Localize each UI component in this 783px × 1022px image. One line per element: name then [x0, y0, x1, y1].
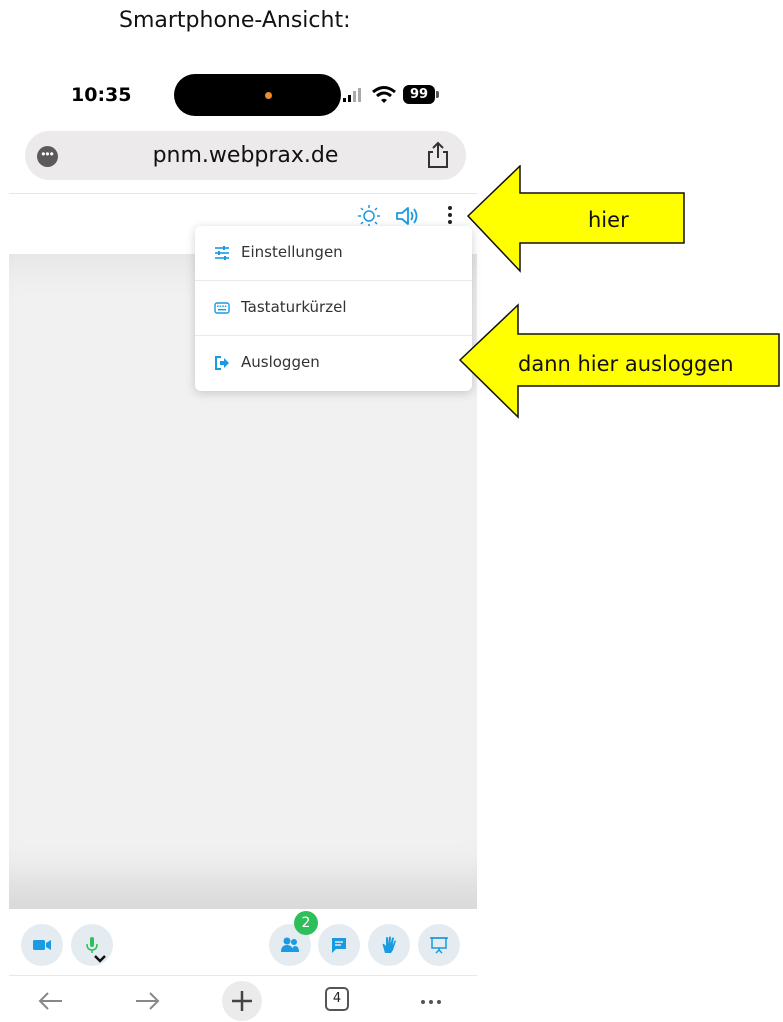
- microphone-icon: [86, 937, 98, 953]
- forward-arrow-icon[interactable]: [132, 986, 162, 1016]
- tabs-count: 4: [332, 991, 342, 1006]
- chat-button[interactable]: [318, 924, 360, 966]
- signal-icon: [343, 88, 361, 102]
- camera-indicator-dot: [265, 92, 272, 99]
- participants-icon: [281, 937, 299, 952]
- status-time: 10:35: [71, 84, 132, 106]
- menu-item-settings[interactable]: Einstellungen: [195, 226, 472, 280]
- participants-count-badge: 2: [294, 911, 318, 935]
- callout-text-logout: dann hier ausloggen: [518, 352, 734, 376]
- callout-arrow-hier: [466, 165, 685, 273]
- share-icon[interactable]: [425, 141, 451, 169]
- wifi-icon: [372, 86, 396, 103]
- chat-icon: [332, 938, 346, 953]
- options-menu: Einstellungen Tastaturkürzel Ausloggen: [195, 226, 472, 391]
- sliders-icon: [215, 246, 229, 260]
- back-arrow-icon[interactable]: [36, 986, 66, 1016]
- new-tab-icon[interactable]: [221, 980, 263, 1022]
- video-camera-icon: [33, 940, 51, 950]
- menu-item-logout[interactable]: Ausloggen: [195, 336, 472, 390]
- tabs-button[interactable]: 4: [325, 987, 349, 1011]
- url-text: pnm.webprax.de: [152, 143, 339, 168]
- battery-tip: [436, 91, 439, 98]
- menu-item-label: Tastaturkürzel: [241, 298, 347, 316]
- status-icons: 99: [341, 82, 451, 108]
- menu-item-label: Einstellungen: [241, 243, 343, 261]
- whiteboard-button[interactable]: [418, 924, 460, 966]
- raise-hand-button[interactable]: [368, 924, 410, 966]
- address-bar[interactable]: ••• pnm.webprax.de: [25, 131, 466, 180]
- caption: Smartphone-Ansicht:: [119, 8, 351, 33]
- keyboard-icon: [214, 302, 230, 314]
- divider: [9, 193, 477, 194]
- more-horizontal-icon[interactable]: [416, 986, 446, 1016]
- hand-icon: [382, 936, 396, 953]
- menu-item-shortcuts[interactable]: Tastaturkürzel: [195, 281, 472, 335]
- logout-icon: [215, 356, 229, 370]
- menu-item-label: Ausloggen: [241, 353, 320, 371]
- bottom-divider: [9, 975, 477, 976]
- presentation-icon: [430, 937, 448, 954]
- battery-icon: 99: [403, 85, 435, 104]
- callout-text-hier: hier: [588, 208, 629, 232]
- dynamic-island: [174, 74, 341, 116]
- chevron-down-icon[interactable]: [93, 954, 107, 964]
- camera-button[interactable]: [21, 924, 63, 966]
